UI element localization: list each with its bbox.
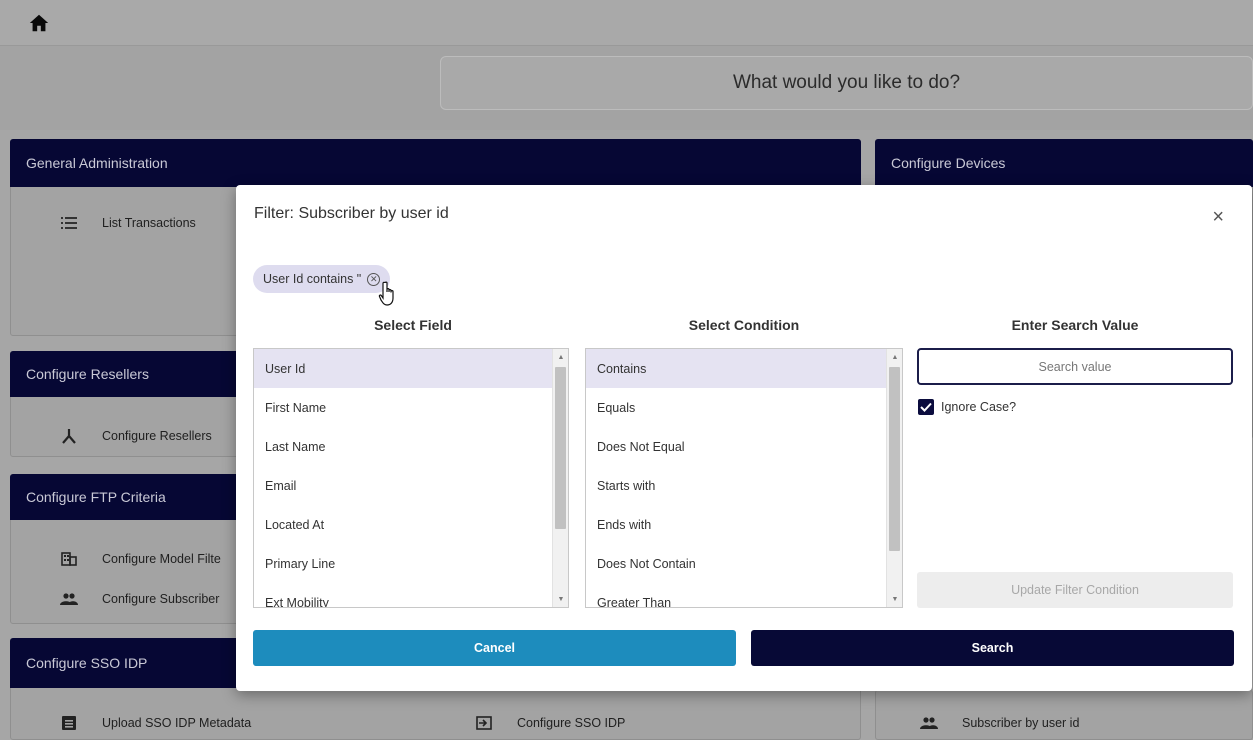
list-transactions-item[interactable]: List Transactions	[60, 214, 196, 232]
chip-label: User Id contains "	[263, 272, 362, 286]
configure-ftp-header: Configure FTP Criteria	[10, 474, 250, 520]
configure-sso-header: Configure SSO IDP	[10, 638, 250, 688]
item-label: Configure Model Filte	[102, 552, 221, 566]
hand-cursor-icon	[376, 281, 396, 307]
field-option[interactable]: User Id	[254, 349, 568, 388]
condition-option[interactable]: Does Not Contain	[586, 544, 902, 583]
item-label: List Transactions	[102, 216, 196, 230]
home-icon[interactable]	[28, 12, 50, 34]
field-scrollbar[interactable]: ▲ ▼	[552, 349, 568, 607]
configure-subscriber-item[interactable]: Configure Subscriber	[60, 590, 219, 608]
field-option[interactable]: Ext Mobility	[254, 583, 568, 608]
scroll-down-arrow-icon[interactable]: ▼	[887, 591, 902, 607]
panel-title: Configure FTP Criteria	[26, 489, 166, 505]
condition-option[interactable]: Does Not Equal	[586, 427, 902, 466]
panel-title: General Administration	[26, 155, 168, 171]
panel-title: Configure Devices	[891, 155, 1006, 171]
update-filter-condition-button[interactable]: Update Filter Condition	[917, 572, 1233, 608]
dialog-title: Filter: Subscriber by user id	[254, 205, 449, 222]
condition-option[interactable]: Greater Than	[586, 583, 902, 608]
prompt-text: What would you like to do?	[732, 72, 961, 93]
configure-sso-idp-item[interactable]: Configure SSO IDP	[475, 714, 625, 732]
select-condition-header: Select Condition	[688, 317, 800, 333]
what-to-do-search[interactable]: What would you like to do?	[440, 56, 1253, 110]
scroll-thumb[interactable]	[555, 367, 566, 529]
item-label: Subscriber by user id	[962, 716, 1080, 730]
checkbox-checked-icon[interactable]	[918, 399, 934, 415]
enter-search-value-header: Enter Search Value	[1011, 317, 1139, 333]
building-icon	[60, 550, 78, 568]
field-option[interactable]: Primary Line	[254, 544, 568, 583]
search-button[interactable]: Search	[751, 630, 1234, 666]
item-label: Configure Subscriber	[102, 592, 220, 606]
item-label: Upload SSO IDP Metadata	[102, 716, 252, 730]
panel-title: Configure Resellers	[26, 366, 149, 382]
list-icon	[60, 214, 78, 232]
condition-option[interactable]: Starts with	[586, 466, 902, 505]
scroll-down-arrow-icon[interactable]: ▼	[553, 591, 568, 607]
search-value-input[interactable]	[917, 348, 1233, 385]
close-icon[interactable]: ×	[1212, 207, 1224, 227]
login-icon	[475, 714, 493, 732]
select-field-header: Select Field	[374, 317, 452, 333]
filter-dialog: Filter: Subscriber by user id × User Id …	[236, 185, 1252, 691]
ignore-case-checkbox[interactable]: Ignore Case?	[918, 399, 1016, 415]
condition-option[interactable]: Contains	[586, 349, 902, 388]
field-option[interactable]: Last Name	[254, 427, 568, 466]
cancel-button[interactable]: Cancel	[253, 630, 736, 666]
configure-resellers-header: Configure Resellers	[10, 351, 250, 397]
item-label: Configure Resellers	[102, 429, 212, 443]
filter-chip[interactable]: User Id contains " ✕	[253, 265, 391, 293]
field-option[interactable]: First Name	[254, 388, 568, 427]
upload-sso-metadata-item[interactable]: Upload SSO IDP Metadata	[60, 714, 251, 732]
condition-option[interactable]: Equals	[586, 388, 902, 427]
field-option[interactable]: Email	[254, 466, 568, 505]
panel-title: Configure SSO IDP	[26, 655, 148, 671]
item-label: Configure SSO IDP	[517, 716, 626, 730]
ignore-case-label: Ignore Case?	[941, 400, 1017, 414]
general-admin-header: General Administration	[10, 139, 861, 187]
subscriber-by-userid-item[interactable]: Subscriber by user id	[920, 714, 1079, 732]
hierarchy-icon	[60, 427, 78, 445]
scroll-up-arrow-icon[interactable]: ▲	[887, 349, 902, 365]
configure-devices-header: Configure Devices	[875, 139, 1253, 187]
condition-option[interactable]: Ends with	[586, 505, 902, 544]
field-listbox[interactable]: User Id First Name Last Name Email Locat…	[253, 348, 569, 608]
field-option[interactable]: Located At	[254, 505, 568, 544]
configure-resellers-item[interactable]: Configure Resellers	[60, 427, 212, 445]
upload-doc-icon	[60, 714, 78, 732]
scroll-thumb[interactable]	[889, 367, 900, 551]
top-bar	[0, 0, 1253, 46]
people-icon	[60, 590, 78, 608]
condition-scrollbar[interactable]: ▲ ▼	[886, 349, 902, 607]
scroll-up-arrow-icon[interactable]: ▲	[553, 349, 568, 365]
configure-model-filter-item[interactable]: Configure Model Filte	[60, 550, 221, 568]
people-icon	[920, 714, 938, 732]
condition-listbox[interactable]: Contains Equals Does Not Equal Starts wi…	[585, 348, 903, 608]
